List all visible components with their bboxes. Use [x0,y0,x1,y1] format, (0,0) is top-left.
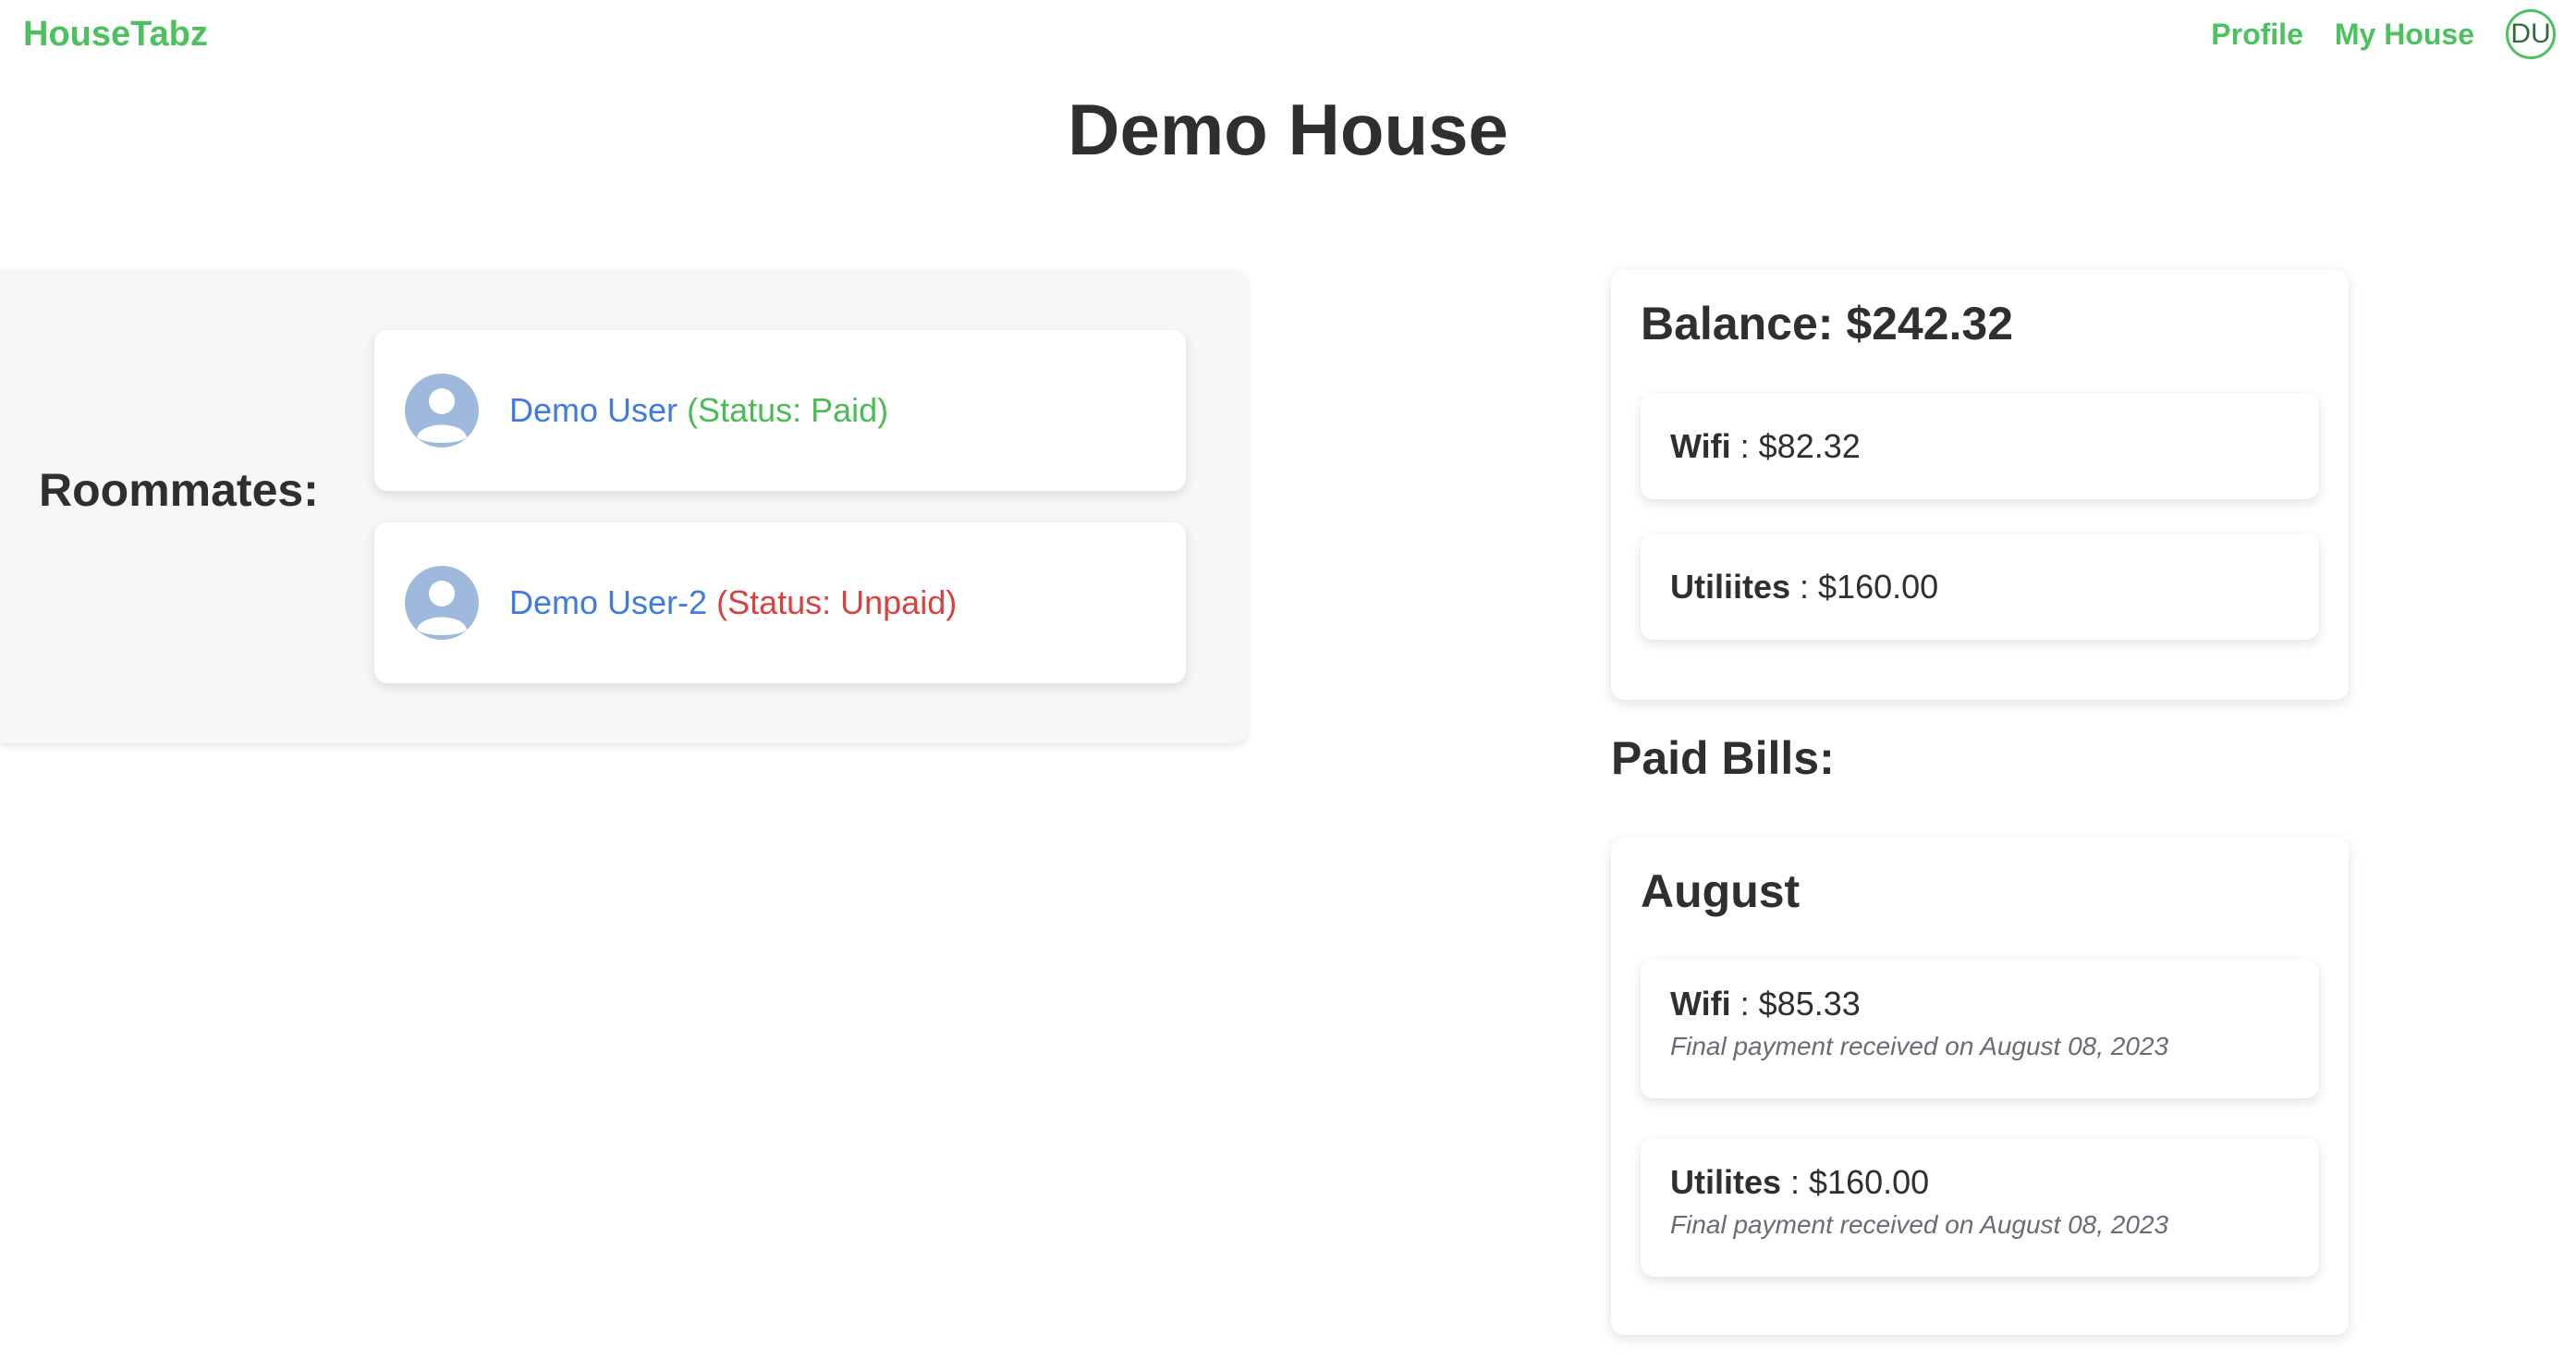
roommates-heading: Roommates: [39,464,319,516]
bill-amount: : $160.00 [1781,1163,1930,1201]
bill-line: Wifi : $85.33 [1670,984,2319,1024]
roommate-card[interactable]: Demo User-2 (Status: Unpaid) [374,522,1186,683]
roommate-name-link[interactable]: Demo User-2 [509,583,707,621]
user-avatar-button[interactable]: DU [2506,9,2556,59]
paid-bill-item[interactable]: Wifi : $85.33 Final payment received on … [1641,960,2319,1098]
page-title: Demo House [1068,89,1508,170]
payment-note: Final payment received on August 08, 202… [1670,1032,2169,1060]
roommate-info: Demo User (Status: Paid) [509,390,888,431]
nav-link-my-house[interactable]: My House [2335,18,2474,52]
bill-line: Utilites : $160.00 [1670,1162,2319,1203]
payment-note: Final payment received on August 08, 202… [1670,1210,2169,1239]
bill-amount: : $82.32 [1730,426,1861,465]
bill-name: Utiliites [1670,567,1791,606]
bill-amount: : $160.00 [1790,567,1939,606]
top-nav: Profile My House DU [2211,7,2556,61]
bill-name: Wifi [1670,426,1731,465]
balance-bill-item[interactable]: Wifi : $82.32 [1641,393,2319,499]
user-avatar-icon [405,566,479,640]
roommate-info: Demo User-2 (Status: Unpaid) [509,582,957,623]
roommate-status-unpaid: (Status: Unpaid) [716,583,958,621]
bill-amount: : $85.33 [1730,985,1861,1023]
roommate-card[interactable]: Demo User (Status: Paid) [374,330,1186,491]
paid-month-title: August [1641,865,1801,917]
balance-bill-item[interactable]: Utiliites : $160.00 [1641,533,2319,640]
user-avatar-icon [405,374,479,447]
roommate-status-paid: (Status: Paid) [687,391,889,429]
roommate-name-link[interactable]: Demo User [509,391,678,429]
bill-name: Wifi [1670,985,1731,1023]
nav-link-profile[interactable]: Profile [2211,18,2303,52]
bill-name: Utilites [1670,1163,1782,1201]
paid-bills-heading: Paid Bills: [1611,732,1835,784]
paid-bill-item[interactable]: Utilites : $160.00 Final payment receive… [1641,1138,2319,1277]
brand-logo-link[interactable]: HouseTabz [23,11,208,57]
bill-line: Wifi : $82.32 [1670,426,1861,467]
bill-line: Utiliites : $160.00 [1670,567,1938,607]
balance-heading: Balance: $242.32 [1641,298,2014,349]
